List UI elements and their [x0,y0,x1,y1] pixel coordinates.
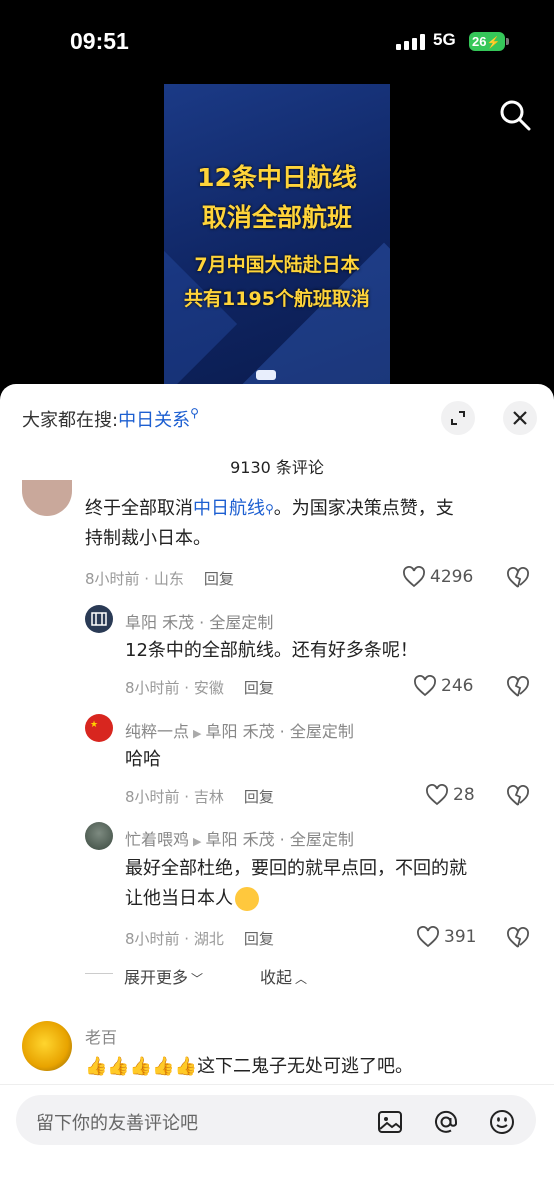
status-time: 09:51 [70,28,129,54]
reply-time: 8小时前 · 湖北 [125,930,224,948]
thumbs-up-emoji-icon: 👍👍👍👍👍 [85,1056,198,1077]
divider [85,973,113,974]
search-icon[interactable] [498,98,532,132]
reply-arrow-icon: ▶ [193,835,202,848]
reply-to-user[interactable]: 阜阳 禾茂 · 全屋定制 [205,722,353,741]
network-label: 5G [433,30,456,49]
reply-text: 最好全部杜绝，要回的就早点回，不回的就 让他当日本人 [125,858,467,911]
video-subtitle-line: 7月中国大陆赴日本 [194,254,360,276]
chevron-up-icon: ︿ [295,972,308,986]
reply-username[interactable]: 阜阳 禾茂 · 全屋定制 [125,609,273,633]
comments-sheet: 大家都在搜:中日关系⚲ 9130 条评论 终于全部取消中日航线⚲。为国家决策点赞… [0,384,554,1200]
reply-text: 哈哈 [125,749,161,770]
battery-icon: 26⚡ [469,32,505,51]
heart-icon [414,675,436,697]
heart-icon [417,926,439,948]
reply-to-user[interactable]: 阜阳 禾茂 · 全屋定制 [205,830,353,849]
reply-username[interactable]: 忙着喂鸡 ▶ 阜阳 禾茂 · 全屋定制 [125,826,354,850]
reply-meta: 8小时前 · 安徽 回复 [125,677,274,698]
comment-text: 👍👍👍👍👍这下二鬼子无处可逃了吧。 [85,1056,414,1077]
expand-button[interactable] [441,401,475,435]
avatar[interactable] [22,1021,72,1071]
video-player[interactable]: 12条中日航线 取消全部航班 7月中国大陆赴日本 共有1195个航班取消 [164,84,390,384]
avatar[interactable] [85,822,113,850]
dislike-icon[interactable] [506,567,530,589]
avatar-logo-icon [91,612,107,626]
svg-text:★: ★ [90,720,98,730]
video-subtitle-line: 共有1195个航班取消 [184,288,370,310]
like-count: 4296 [430,567,474,587]
comment-count: 9130 条评论 [230,458,324,477]
hot-search-term[interactable]: 中日关系 [118,410,190,431]
reply-button[interactable]: 回复 [204,570,234,588]
like-button[interactable]: 28 [425,784,475,806]
reply-button[interactable]: 回复 [244,679,274,697]
comment-link[interactable]: 中日航线 [193,498,265,519]
reply-time: 8小时前 · 安徽 [125,679,224,697]
logo-icon [256,370,276,380]
wink-emoji-icon [235,887,259,911]
signal-icon [396,34,426,50]
hot-search[interactable]: 大家都在搜:中日关系⚲ [22,406,199,432]
reply-arrow-icon: ▶ [193,727,202,740]
like-count: 246 [441,676,474,696]
reply-text: 12条中的全部航线。还有好多条呢！ [125,640,418,661]
comment-text: 终于全部取消中日航线⚲。为国家决策点赞，支 持制裁小日本。 [85,498,454,549]
like-count: 28 [453,785,475,805]
reply-button[interactable]: 回复 [244,930,274,948]
reply-username[interactable]: 纯粹一点 ▶ 阜阳 禾茂 · 全屋定制 [125,718,354,742]
comment-time: 8小时前 · 山东 [85,570,184,588]
video-title-line: 12条中日航线 [197,163,357,192]
image-icon[interactable] [376,1108,404,1136]
reply-time: 8小时前 · 吉林 [125,788,224,806]
dislike-icon[interactable] [506,676,530,698]
video-title-line: 取消全部航班 [201,203,352,232]
status-bar: 09:51 5G 26⚡ [0,0,554,84]
emoji-icon[interactable] [488,1108,516,1136]
expand-more-button[interactable]: 展开更多 ﹀ [124,964,203,988]
like-button[interactable]: 391 [416,926,476,948]
avatar[interactable]: ★ [85,714,113,742]
search-small-icon: ⚲ [190,406,199,420]
battery-level: 26 [472,34,487,49]
comment-meta: 8小时前 · 山东 回复 [85,568,234,589]
like-button[interactable]: 4296 [402,566,473,588]
dislike-icon[interactable] [506,785,530,807]
collapse-button[interactable]: 收起 ︿ [260,964,307,988]
comment-input-bar: 留下你的友善评论吧 [0,1084,554,1200]
mention-icon[interactable] [432,1108,460,1136]
comment-username[interactable]: 老百 [85,1024,117,1048]
avatar-star-icon: ★ [90,720,98,730]
reply-meta: 8小时前 · 吉林 回复 [125,786,274,807]
close-button[interactable] [503,401,537,435]
heart-icon [426,784,448,806]
like-count: 391 [444,927,477,947]
reply-button[interactable]: 回复 [244,788,274,806]
battery-cap [506,38,509,45]
avatar[interactable] [85,605,113,633]
heart-icon [403,566,425,588]
avatar[interactable] [22,480,72,516]
comment-input-placeholder: 留下你的友善评论吧 [36,1113,198,1134]
hot-search-prefix: 大家都在搜: [22,410,119,431]
expand-icon [451,411,465,425]
comment-input[interactable]: 留下你的友善评论吧 [16,1095,536,1145]
like-button[interactable]: 246 [413,675,473,697]
chevron-down-icon: ﹀ [191,972,204,986]
dislike-icon[interactable] [506,927,530,949]
reply-meta: 8小时前 · 湖北 回复 [125,928,274,949]
close-icon [513,411,527,425]
